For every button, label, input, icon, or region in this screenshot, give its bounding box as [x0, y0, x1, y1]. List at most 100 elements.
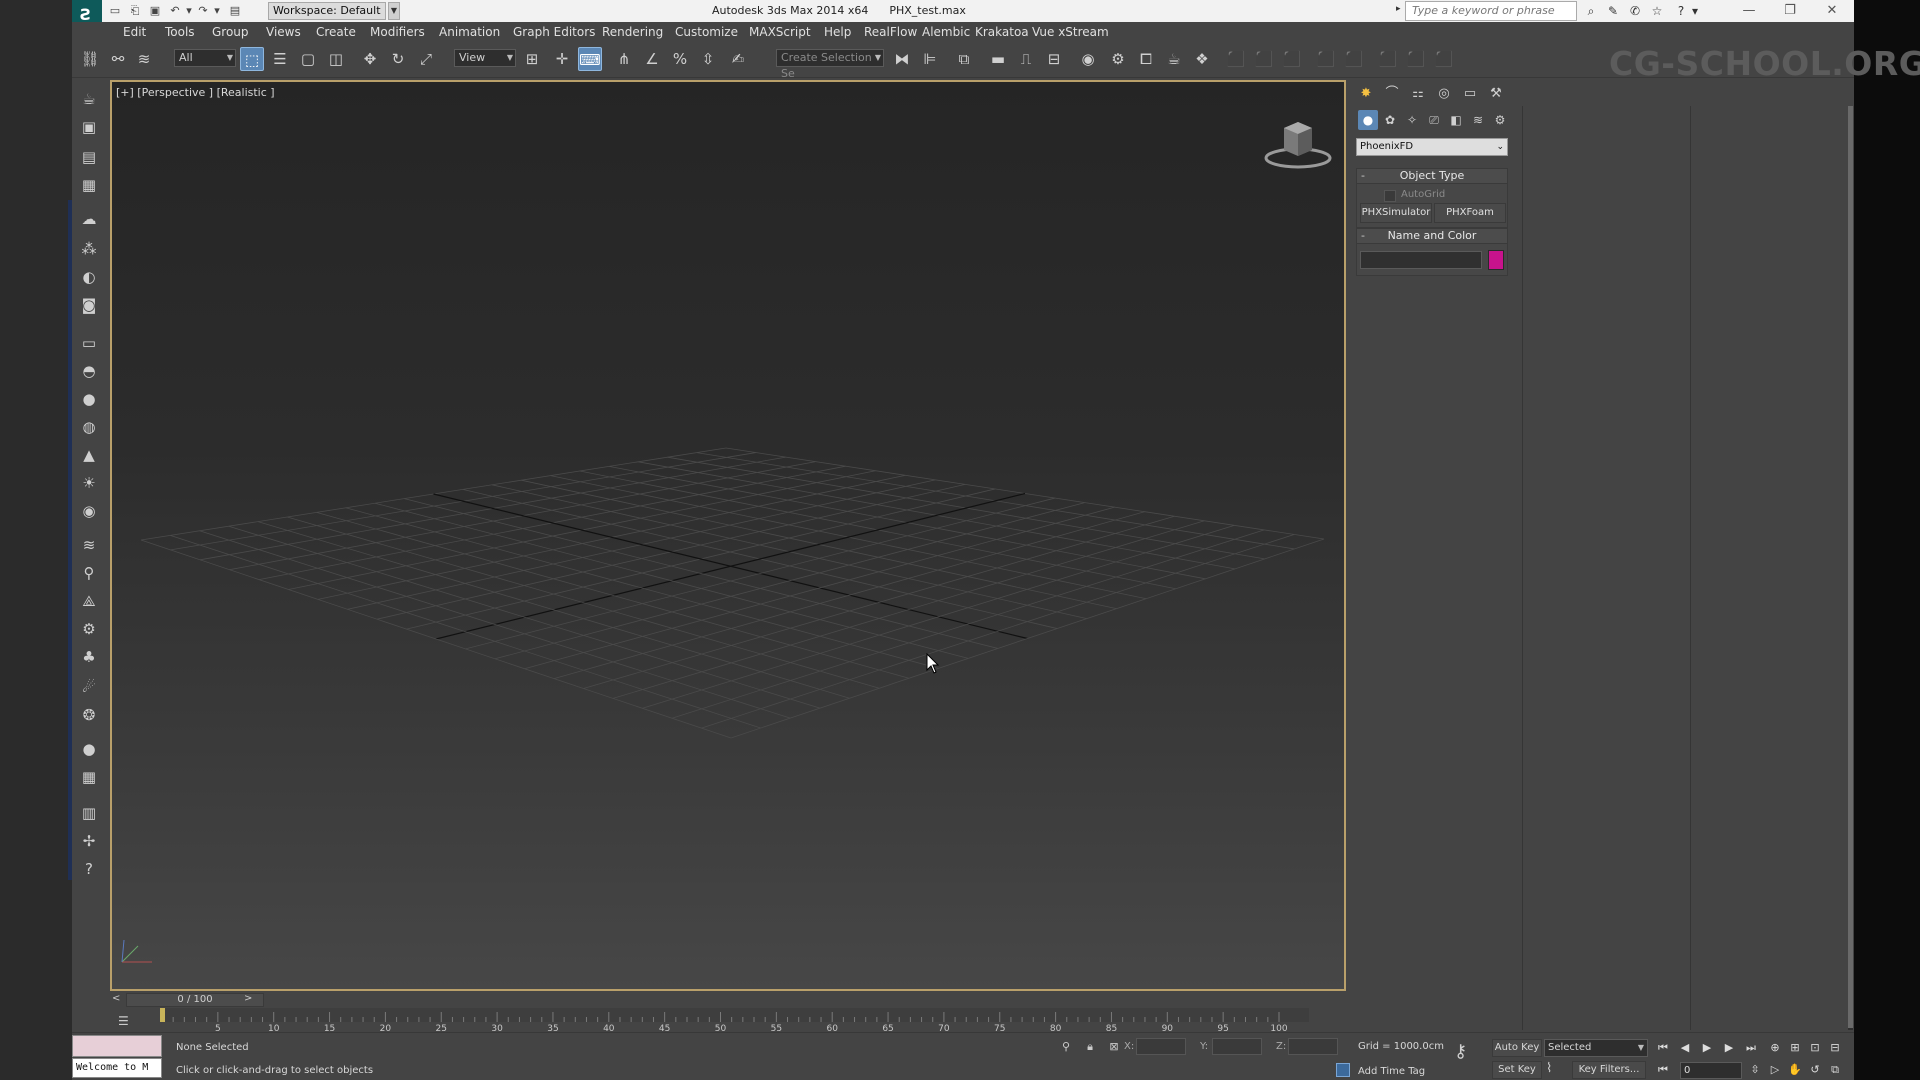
plugin-tool-a-icon[interactable]: ⬛	[1314, 47, 1338, 71]
mini-curve-editor-icon[interactable]: ☰	[118, 1014, 129, 1028]
new-file-icon[interactable]: ▭	[108, 4, 122, 17]
absolute-offset-mode-icon[interactable]: ⊠	[1106, 1039, 1122, 1055]
gear-icon[interactable]: ⚙	[77, 618, 101, 640]
plant-icon[interactable]: ♣	[77, 646, 101, 668]
menu-krakatoa[interactable]: Krakatoa	[975, 25, 1029, 39]
keyboard-shortcut-override-icon[interactable]: ⌨	[578, 47, 602, 71]
track-bar[interactable]: 5 10 15 20 25 30 35 40 45 50 55 60 65 70 75 80 85 90 95 100…	[72, 1008, 1350, 1032]
save-file-icon[interactable]: ▣	[148, 4, 162, 17]
material-editor-icon[interactable]: ◉	[1076, 47, 1100, 71]
selection-filter-dropdown[interactable]: All ▼	[174, 49, 236, 67]
time-slider[interactable]: < 0 / 100 >	[110, 993, 1346, 1007]
hierarchy-tab-icon[interactable]: ⚏	[1406, 83, 1430, 105]
open-file-icon[interactable]: ⎗	[128, 4, 142, 17]
zoom-extents-all-icon[interactable]: ⊟	[1826, 1039, 1844, 1057]
next-frame-icon[interactable]: ▶	[1720, 1039, 1738, 1057]
unlink-selection-icon[interactable]: ⚯	[106, 47, 130, 71]
ribbon-icon[interactable]: ▤	[77, 146, 101, 168]
key-filters-button[interactable]: Key Filters...	[1572, 1061, 1646, 1079]
search-expand-icon[interactable]: ▸	[1396, 4, 1401, 14]
render-iterative-icon[interactable]: ❖	[1190, 47, 1214, 71]
render-setup-icon[interactable]: ⚙	[1106, 47, 1130, 71]
hair-fur-icon[interactable]: ☄	[77, 676, 101, 698]
add-time-tag[interactable]: Add Time Tag	[1358, 1066, 1425, 1077]
render-production-icon[interactable]: ☕	[1162, 47, 1186, 71]
render-camera-icon[interactable]: ◙	[77, 294, 101, 316]
edit-named-selection-icon[interactable]: ✍	[726, 47, 750, 71]
category-dropdown[interactable]: PhoenixFD ⌄	[1356, 138, 1508, 156]
auto-key-button[interactable]: Auto Key	[1492, 1039, 1542, 1057]
menu-maxscript[interactable]: MAXScript	[749, 25, 811, 39]
menu-edit[interactable]: Edit	[123, 25, 146, 39]
menu-group[interactable]: Group	[212, 25, 249, 39]
bind-to-space-warp-icon[interactable]: ≋	[132, 47, 156, 71]
select-object-icon[interactable]: ⬚	[240, 47, 264, 71]
communication-center-icon[interactable]: ✆	[1626, 2, 1644, 20]
x-coord-field[interactable]	[1136, 1038, 1186, 1055]
time-configuration-icon[interactable]: ⇳	[1746, 1061, 1764, 1079]
object-name-input[interactable]	[1360, 251, 1482, 269]
measure-tool-icon[interactable]: ✢	[77, 830, 101, 852]
align-icon[interactable]: ⊫	[918, 47, 942, 71]
pivot-center-icon[interactable]: ⊞	[520, 47, 544, 71]
go-to-start-icon[interactable]: ⏮	[1654, 1039, 1672, 1057]
command-panel-scrollbar[interactable]	[1848, 106, 1853, 1030]
maximize-viewport-icon[interactable]: ⧉	[1826, 1061, 1844, 1079]
checker-grid-icon[interactable]: ▦	[77, 766, 101, 788]
snaps-toggle-icon[interactable]: ⋔	[612, 47, 636, 71]
menu-help[interactable]: Help	[824, 25, 851, 39]
autogrid-checkbox[interactable]	[1384, 190, 1396, 202]
help-dropdown-icon[interactable]: ▾	[1686, 2, 1704, 20]
plugin-tool-b-icon[interactable]: ⬛	[1342, 47, 1366, 71]
realflow-import-icon[interactable]: ⬛	[1252, 47, 1276, 71]
close-window-icon[interactable]: ✕	[1814, 0, 1850, 22]
teapot-icon[interactable]: ☕	[77, 88, 101, 110]
menu-views[interactable]: Views	[266, 25, 301, 39]
table-icon[interactable]: ▦	[77, 174, 101, 196]
maxscript-mini-listener[interactable]: Welcome to M	[72, 1058, 162, 1078]
phoenix-simulator-icon[interactable]: ☁	[77, 208, 101, 230]
torus-icon[interactable]: ◍	[77, 416, 101, 438]
display-tab-icon[interactable]: ▭	[1458, 83, 1482, 105]
select-and-move-icon[interactable]: ✥	[358, 47, 382, 71]
time-slider-prev-button[interactable]: <	[112, 993, 120, 1004]
layer-manager-icon[interactable]: ⧉	[952, 47, 976, 71]
geometry-subtab-icon[interactable]: ●	[1358, 110, 1378, 130]
orbit-icon[interactable]: ↺	[1806, 1061, 1824, 1079]
subscription-center-icon[interactable]: ✎	[1604, 2, 1622, 20]
phx-foam-button[interactable]: PHXFoam	[1434, 203, 1506, 223]
workspace-dropdown-arrow-icon[interactable]: ▼	[388, 2, 400, 20]
plugin-tool-e-icon[interactable]: ⬛	[1432, 47, 1456, 71]
document-icon[interactable]: ▥	[77, 802, 101, 824]
menu-realflow[interactable]: RealFlow	[864, 25, 917, 39]
binoculars-icon[interactable]: ⌕	[1582, 2, 1600, 20]
menu-alembic[interactable]: Alembic	[922, 25, 970, 39]
isolate-selection-icon[interactable]: ⚲	[1058, 1039, 1074, 1055]
window-crossing-icon[interactable]: ◫	[324, 47, 348, 71]
current-frame-field[interactable]: 0	[1680, 1062, 1742, 1079]
schematic-view-icon[interactable]: ⊟	[1042, 47, 1066, 71]
menu-graph-editors[interactable]: Graph Editors	[513, 25, 595, 39]
menu-tools[interactable]: Tools	[165, 25, 195, 39]
z-coord-field[interactable]	[1288, 1038, 1338, 1055]
maxscript-mini-listener-macro[interactable]	[72, 1035, 162, 1057]
perspective-viewport[interactable]: [+] [Perspective ] [Realistic ]	[110, 80, 1346, 991]
named-selection-set-dropdown[interactable]: Create Selection Se ▼	[776, 49, 884, 80]
infocenter-search-input[interactable]: Type a keyword or phrase	[1405, 1, 1577, 21]
rectangular-selection-icon[interactable]: ▢	[296, 47, 320, 71]
object-color-swatch[interactable]	[1488, 250, 1504, 270]
select-by-name-icon[interactable]: ☰	[268, 47, 292, 71]
zoom-extents-icon[interactable]: ⊡	[1806, 1039, 1824, 1057]
restore-window-icon[interactable]: ❐	[1772, 0, 1808, 22]
undo-dropdown-icon[interactable]: ▾	[182, 4, 196, 17]
menu-modifiers[interactable]: Modifiers	[370, 25, 425, 39]
material-sphere-icon[interactable]: ●	[77, 738, 101, 760]
phx-simulator-button[interactable]: PHXSimulator	[1360, 203, 1432, 223]
dome-icon[interactable]: ◓	[77, 360, 101, 382]
select-and-link-icon[interactable]: ⛓	[78, 47, 102, 71]
go-to-end-icon[interactable]: ⏭	[1742, 1039, 1760, 1057]
menu-create[interactable]: Create	[316, 25, 356, 39]
space-warp-icon[interactable]: ⟁	[77, 590, 101, 612]
particle-icon[interactable]: ⁂	[77, 238, 101, 260]
pan-view-icon[interactable]: ✋	[1786, 1061, 1804, 1079]
